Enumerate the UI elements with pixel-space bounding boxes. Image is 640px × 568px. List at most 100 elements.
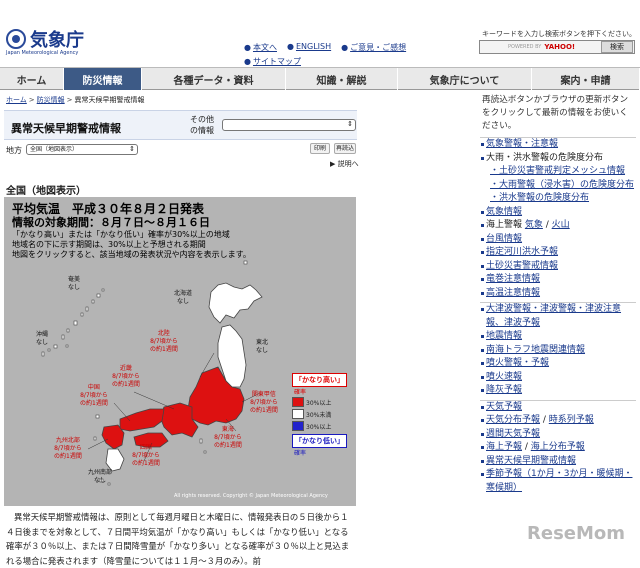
sidebar-item[interactable]: 指定河川洪水予報 (480, 246, 636, 260)
sidebar-item-label[interactable]: 台風情報 (486, 234, 522, 244)
sidebar-item-label[interactable]: 地震情報 (486, 331, 522, 341)
sidebar-item[interactable]: 噴火速報 (480, 371, 636, 385)
sidebar-item[interactable]: 竜巻注意情報 (480, 273, 636, 287)
kyushu-south-shape[interactable] (105, 448, 125, 472)
sidebar-item[interactable]: 噴火警報・予報 (480, 357, 636, 371)
sidebar-separator: / (542, 220, 552, 230)
sidebar-item-label[interactable]: 気象警報・注意報 (486, 139, 558, 149)
region-select[interactable]: 全国（地図表示） (26, 144, 138, 155)
region-kyushu-north[interactable]: 九州北部 8/7頃から の約1週間 (54, 437, 82, 461)
link-english[interactable]: ENGLISH (296, 42, 331, 51)
site-logo[interactable]: 気象庁 Japan Meteorological Agency (6, 26, 84, 56)
watermark-text: ReseMom (527, 523, 626, 544)
hokkaido-shape[interactable] (208, 282, 263, 324)
region-shikoku[interactable]: 四国 8/7頃から の約1週間 (132, 444, 160, 468)
sidebar-item-label[interactable]: 大津波警報・津波警報・津波注意報、津波予報 (486, 304, 621, 328)
region-hokkaido[interactable]: 北海道 なし (174, 290, 192, 306)
sidebar-item[interactable]: ・洪水警報の危険度分布 (480, 192, 636, 206)
sidebar-item-sublink[interactable]: 海上分布予報 (531, 442, 585, 452)
region-hokuriku[interactable]: 北陸 8/7頃から の約1週間 (150, 330, 178, 354)
sidebar-item-label[interactable]: 異常天候早期警戒情報 (486, 456, 576, 466)
sidebar-item[interactable]: 高温注意情報 (480, 287, 636, 301)
region-okinawa[interactable]: 沖縄 なし (36, 331, 48, 347)
sidebar-item[interactable]: 大津波警報・津波警報・津波注意報、津波予報 (480, 303, 636, 330)
sidebar-item[interactable]: 週間天気予報 (480, 428, 636, 442)
logo-name: 気象庁 (30, 30, 84, 51)
breadcrumb-home[interactable]: ホーム (6, 96, 27, 104)
sidebar-item-label[interactable]: 天気予報 (486, 402, 522, 412)
sidebar-item-label[interactable]: 指定河川洪水予報 (486, 247, 558, 257)
sidebar-item-label[interactable]: 気象情報 (486, 207, 522, 217)
sidebar-item-sublink[interactable]: 時系列予報 (549, 415, 594, 425)
sidebar-item-label[interactable]: ・土砂災害警戒判定メッシュ情報 (490, 166, 625, 176)
region-shikoku-length: の約1週間 (132, 460, 160, 467)
sidebar-item[interactable]: 天気予報 (480, 401, 636, 415)
sidebar-item[interactable]: 台風情報 (480, 233, 636, 247)
sidebar-item-label[interactable]: 噴火速報 (486, 372, 522, 382)
region-kyushu-south-name: 九州南部 (88, 469, 113, 476)
legend-row-none: 30%未満 (292, 408, 347, 420)
sidebar-item[interactable]: 天気分布予報 / 時系列予報 (480, 414, 636, 428)
sidebar-item-sublink[interactable]: 火山 (552, 220, 570, 230)
region-tohoku[interactable]: 東北 なし (256, 339, 268, 355)
sidebar-item-label[interactable]: 週間天気予報 (486, 429, 540, 439)
sidebar-item[interactable]: 季節予報（1か月・3か月・暖候期・寒候期） (480, 468, 636, 495)
region-tokai[interactable]: 東海 8/7頃から の約1週間 (214, 426, 242, 450)
help-link[interactable]: ▶ 説明へ (330, 159, 359, 169)
region-chugoku-period: 8/7頃から (80, 392, 108, 399)
kyushu-north-shape[interactable] (101, 424, 125, 450)
tab-data[interactable]: 各種データ・資料 (142, 68, 286, 90)
sidebar-item[interactable]: 異常天候早期警戒情報 (480, 455, 636, 469)
link-main-content[interactable]: 本文へ (253, 43, 277, 52)
sidebar-item-label[interactable]: 季節予報（1か月・3か月・暖候期・寒候期） (486, 469, 632, 493)
reload-button[interactable]: 再読込 (334, 143, 356, 154)
sidebar-item-label[interactable]: 竜巻注意情報 (486, 274, 540, 284)
help-arrow-icon: ▶ (330, 160, 336, 168)
sidebar-item-label[interactable]: 土砂災害警戒情報 (486, 261, 558, 271)
sidebar-item-label[interactable]: 高温注意情報 (486, 288, 540, 298)
map-heading: 平均気温 平成３０年８月２日発表 情報の対象期間：８月７日〜８月１６日 「かなり… (12, 202, 251, 260)
breadcrumb-disaster[interactable]: 防災情報 (37, 96, 65, 104)
bullet-icon: ● (244, 57, 251, 66)
sidebar-item[interactable]: 海上予報 / 海上分布予報 (480, 441, 636, 455)
sidebar-item-label[interactable]: ・洪水警報の危険度分布 (490, 193, 589, 203)
sidebar-item[interactable]: 気象警報・注意報 (480, 138, 636, 152)
print-button[interactable]: 印刷 (310, 143, 330, 154)
tab-home[interactable]: ホーム (0, 68, 64, 90)
tab-about[interactable]: 気象庁について (398, 68, 532, 90)
sidebar-item[interactable]: 気象情報 (480, 206, 636, 220)
sidebar-item-label[interactable]: 降灰予報 (486, 385, 522, 395)
warning-map[interactable]: 平均気温 平成３０年８月２日発表 情報の対象期間：８月７日〜８月１６日 「かなり… (4, 197, 356, 506)
sidebar-item[interactable]: 土砂災害警戒情報 (480, 260, 636, 274)
region-chugoku[interactable]: 中国 8/7頃から の約1週間 (80, 384, 108, 408)
link-sitemap[interactable]: サイトマップ (253, 57, 301, 66)
other-info-select[interactable] (222, 119, 356, 131)
sidebar-item-label[interactable]: 海上予報 (486, 442, 522, 452)
breadcrumb: ホーム > 防災情報 > 異常天候早期警戒情報 (6, 96, 145, 104)
sidebar-item[interactable]: 南海トラフ地震関連情報 (480, 344, 636, 358)
sidebar-item-label[interactable]: ・大雨警報（浸水害）の危険度分布 (490, 180, 634, 190)
sidebar-item-sublink[interactable]: 気象 (525, 220, 543, 230)
sidebar-item-label[interactable]: 噴火警報・予報 (486, 358, 549, 368)
chugoku-shape[interactable] (119, 408, 165, 432)
search-button[interactable]: 検索 (601, 41, 633, 53)
link-feedback[interactable]: ご意見・ご感想 (350, 43, 406, 52)
kinki-shape[interactable] (159, 402, 199, 438)
region-kyushu-south[interactable]: 九州南部 なし (88, 469, 112, 485)
region-kinki[interactable]: 近畿 8/7頃から の約1週間 (112, 365, 140, 389)
sidebar-item[interactable]: 降灰予報 (480, 384, 636, 398)
sidebar-item[interactable]: ・大雨警報（浸水害）の危険度分布 (480, 179, 636, 193)
tab-disaster-info[interactable]: 防災情報 (64, 68, 142, 90)
sidebar-item-label[interactable]: 天気分布予報 (486, 415, 540, 425)
region-amami[interactable]: 奄美 なし (68, 276, 80, 292)
description-text: 異常天候早期警戒情報は、原則として毎週月曜日と木曜日に、情報発表日の５日後から１… (6, 512, 350, 566)
region-kanto[interactable]: 関東甲信 8/7頃から の約1週間 (250, 391, 278, 415)
sidebar-item-label[interactable]: 南海トラフ地震関連情報 (486, 345, 585, 355)
tab-knowledge[interactable]: 知識・解説 (286, 68, 398, 90)
region-chugoku-length: の約1週間 (80, 400, 108, 407)
yahoo-logo: YAHOO! (544, 43, 576, 51)
tab-guidance[interactable]: 案内・申請 (532, 68, 640, 90)
sidebar-item[interactable]: ・土砂災害警戒判定メッシュ情報 (480, 165, 636, 179)
region-chugoku-name: 中国 (87, 384, 100, 391)
sidebar-item[interactable]: 地震情報 (480, 330, 636, 344)
